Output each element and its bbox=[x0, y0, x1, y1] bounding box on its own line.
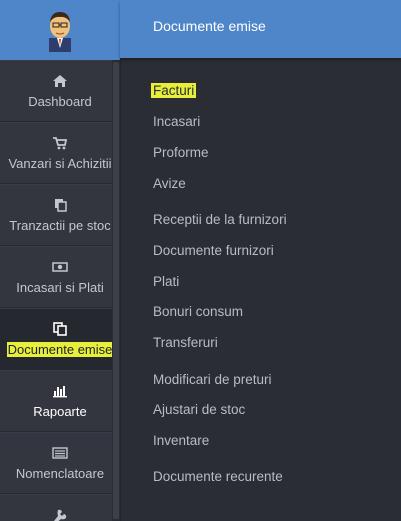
avatar[interactable] bbox=[41, 8, 79, 52]
home-icon bbox=[52, 74, 68, 88]
sidebar-item-nomenclatoare[interactable]: Nomenclatoare bbox=[0, 432, 120, 494]
bar-chart-icon bbox=[52, 384, 68, 398]
list-icon bbox=[52, 446, 68, 460]
sidebar-item-incasari-plati[interactable]: Incasari si Plati bbox=[0, 246, 120, 308]
documents-icon bbox=[52, 321, 68, 336]
submenu-item-facturi[interactable]: Facturi bbox=[151, 83, 197, 98]
sidebar-item-vanzari-achizitii[interactable]: Vanzari si Achizitii bbox=[0, 122, 120, 184]
sidebar-item-label: Incasari si Plati bbox=[16, 279, 104, 295]
banknote-icon bbox=[52, 260, 68, 274]
submenu-item-receptii-furnizori[interactable]: Receptii de la furnizori bbox=[153, 212, 287, 227]
submenu-item-avize[interactable]: Avize bbox=[153, 176, 186, 191]
wrench-icon bbox=[52, 509, 68, 521]
copy-documents-icon bbox=[52, 198, 68, 212]
submenu-item-modificari-preturi[interactable]: Modificari de preturi bbox=[153, 372, 272, 387]
sidebar-item-label: Tranzactii pe stoc bbox=[9, 217, 111, 233]
submenu-item-transferuri[interactable]: Transferuri bbox=[153, 335, 218, 350]
submenu-item-bonuri-consum[interactable]: Bonuri consum bbox=[153, 304, 243, 319]
submenu-item-plati[interactable]: Plati bbox=[153, 274, 179, 289]
sidebar-item-label: Dashboard bbox=[28, 93, 92, 109]
sidebar-item-dashboard[interactable]: Dashboard bbox=[0, 60, 120, 122]
submenu-item-ajustari-stoc[interactable]: Ajustari de stoc bbox=[153, 402, 245, 417]
sidebar-item-documente-emise[interactable]: Documente emise bbox=[0, 308, 120, 370]
sidebar-item-label: Rapoarte bbox=[33, 403, 87, 419]
sidebar-item-rapoarte[interactable]: Rapoarte bbox=[0, 370, 120, 432]
sidebar-item-setari[interactable] bbox=[0, 494, 120, 521]
avatar-area bbox=[0, 0, 120, 60]
submenu-item-documente-recurente[interactable]: Documente recurente bbox=[153, 469, 283, 484]
submenu-item-inventare[interactable]: Inventare bbox=[153, 433, 209, 448]
sidebar-item-label: Documente emise bbox=[6, 341, 114, 357]
sidebar-scrollbar-thumb[interactable] bbox=[113, 62, 119, 519]
sidebar-item-label: Vanzari si Achizitii bbox=[8, 155, 112, 171]
submenu-item-documente-furnizori[interactable]: Documente furnizori bbox=[153, 243, 274, 258]
sidebar: Dashboard Vanzari si Achizitii Tranzacti… bbox=[0, 0, 121, 521]
header-bar: Documente emise bbox=[120, 0, 401, 58]
sidebar-item-label: Nomenclatoare bbox=[15, 465, 105, 481]
page-title: Documente emise bbox=[153, 18, 266, 34]
sidebar-item-tranzactii-stoc[interactable]: Tranzactii pe stoc bbox=[0, 184, 120, 246]
submenu-item-proforme[interactable]: Proforme bbox=[153, 145, 209, 160]
cart-icon bbox=[52, 136, 68, 150]
submenu-item-incasari[interactable]: Incasari bbox=[153, 114, 200, 129]
app-window: Dashboard Vanzari si Achizitii Tranzacti… bbox=[0, 0, 401, 521]
